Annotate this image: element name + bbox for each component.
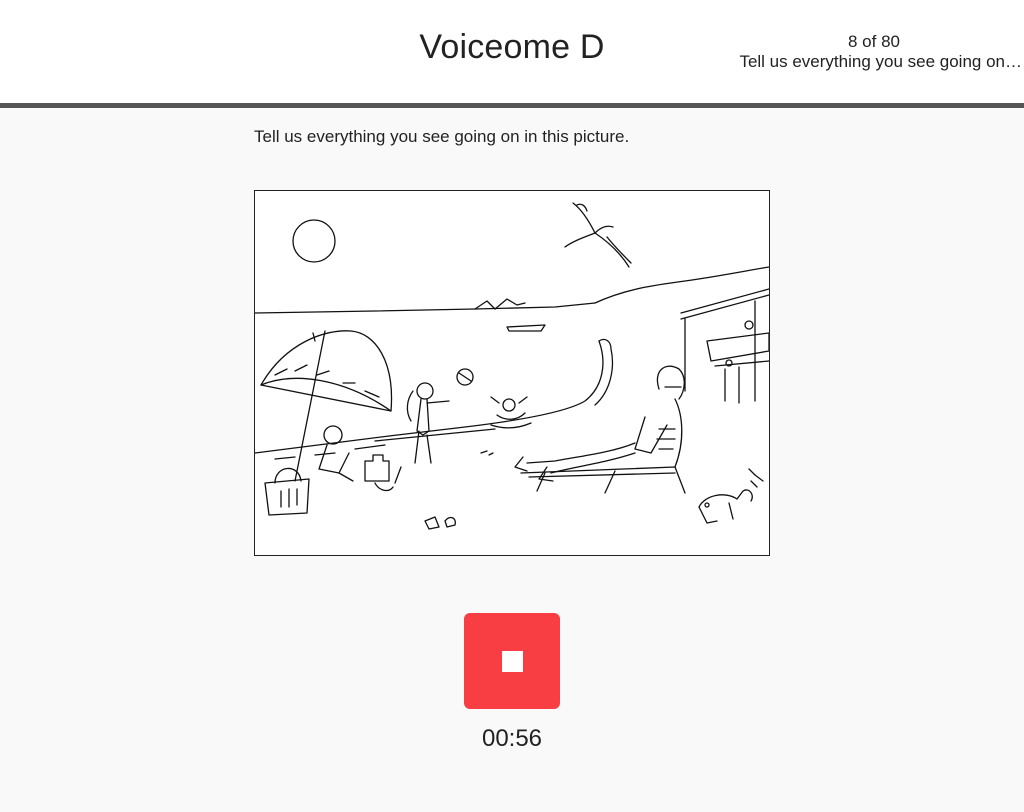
girl-with-ball-drawing xyxy=(406,368,474,464)
header: Voiceome D 8 of 80 Tell us everything yo… xyxy=(0,0,1024,108)
dog-drawing xyxy=(698,468,764,524)
seagull-drawing xyxy=(564,202,632,268)
stop-recording-button[interactable] xyxy=(464,613,560,709)
beach-bag-drawing xyxy=(264,467,310,516)
woman-reading-drawing xyxy=(514,365,686,494)
swimmer-drawing xyxy=(480,396,532,456)
stop-square-icon xyxy=(502,651,523,672)
progress-count: 8 of 80 xyxy=(848,32,900,51)
shoreline-drawing xyxy=(255,338,614,460)
task-prompt: Tell us everything you see going on in t… xyxy=(254,127,630,146)
seashells-drawing xyxy=(424,516,456,530)
progress-task-label: Tell us everything you see going on… xyxy=(739,52,1022,71)
recording-timer: 00:56 xyxy=(481,725,543,752)
horizon-drawing xyxy=(255,266,769,332)
beach-scene-picture xyxy=(254,190,770,556)
sun-drawing xyxy=(292,219,336,263)
progress-indicator: 8 of 80 Tell us everything you see going… xyxy=(724,32,1024,72)
beach-bar-drawing xyxy=(680,288,769,404)
